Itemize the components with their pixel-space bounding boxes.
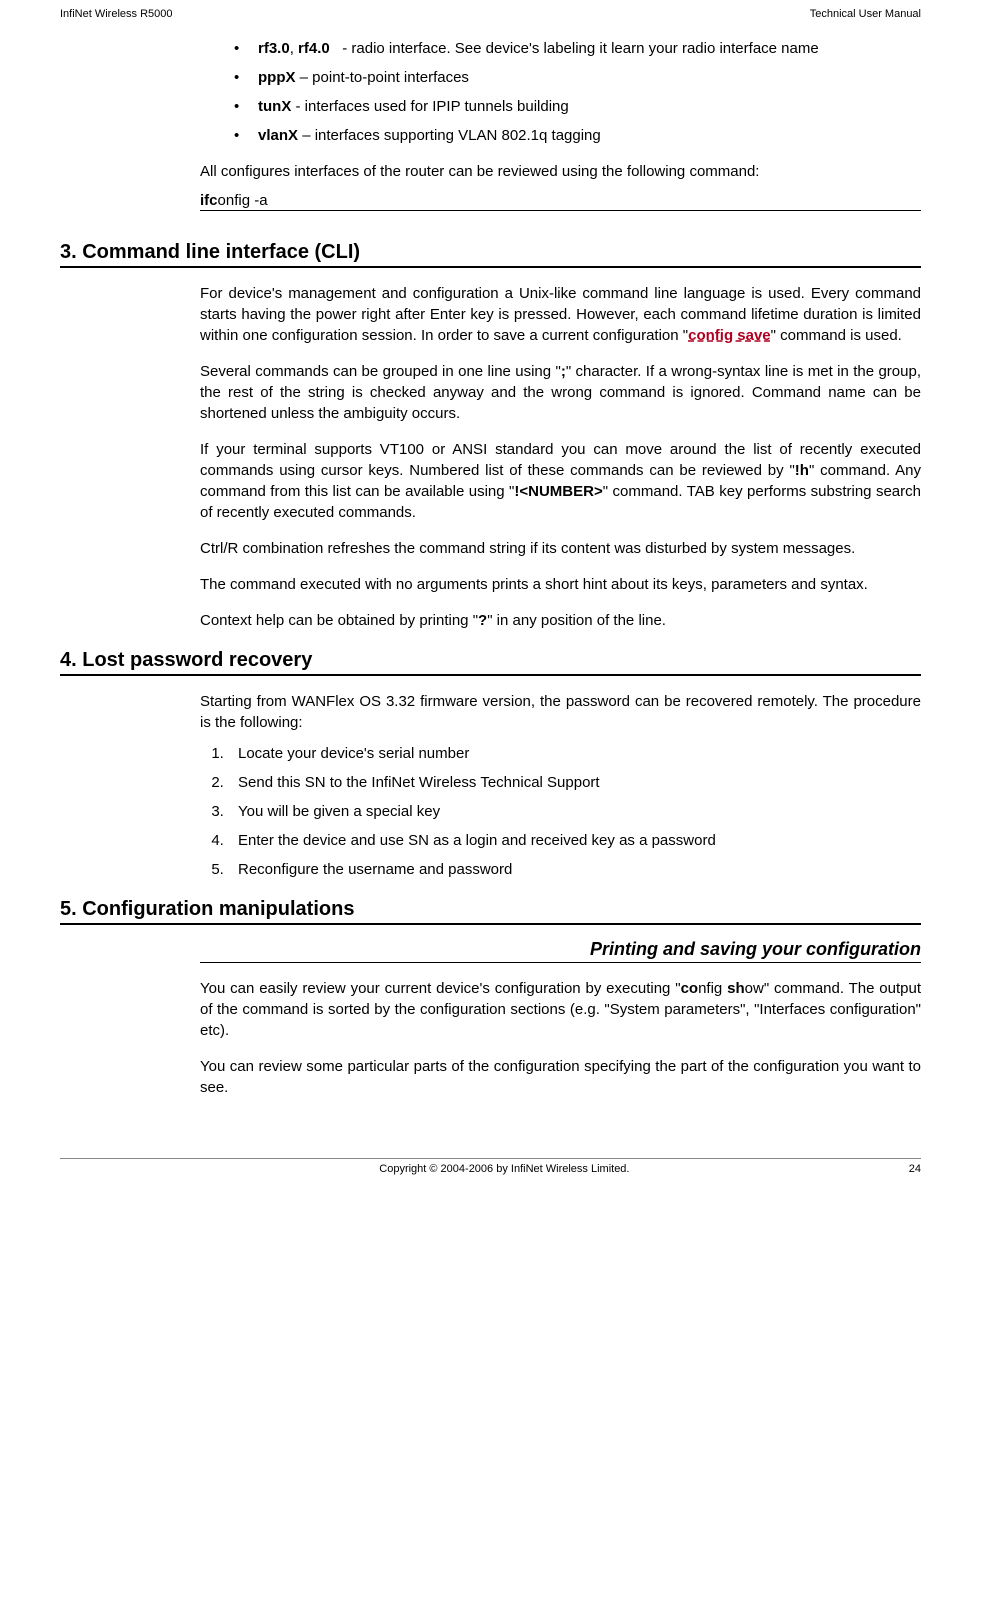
text-part: Several commands can be grouped in one l… bbox=[200, 363, 561, 380]
copyright-text: Copyright © 2004-2006 by InfiNet Wireles… bbox=[100, 1163, 909, 1175]
text-part: nfig bbox=[698, 980, 727, 997]
list-item: Enter the device and use SN as a login a… bbox=[228, 830, 921, 851]
bold-char: ? bbox=[478, 612, 487, 629]
text-part: " command is used. bbox=[771, 327, 902, 344]
header-left: InfiNet Wireless R5000 bbox=[60, 8, 173, 20]
paragraph: Context help can be obtained by printing… bbox=[200, 610, 921, 631]
bullet-text: - interfaces used for IPIP tunnels build… bbox=[296, 98, 569, 115]
paragraph: Ctrl/R combination refreshes the command… bbox=[200, 538, 921, 559]
command-example: ifconfig -a bbox=[200, 192, 921, 211]
paragraph: For device's management and configuratio… bbox=[200, 283, 921, 346]
bullet-keyword: rf4.0 bbox=[298, 40, 330, 57]
cmd-rest: onfig -a bbox=[218, 192, 268, 209]
header-right: Technical User Manual bbox=[810, 8, 921, 20]
bullet-item: rf3.0, rf4.0 - radio interface. See devi… bbox=[230, 38, 921, 59]
text-part: You can easily review your current devic… bbox=[200, 980, 681, 997]
section-3-heading: 3. Command line interface (CLI) bbox=[60, 241, 921, 268]
bold-cmd: !h bbox=[795, 462, 809, 479]
intro-paragraph: All configures interfaces of the router … bbox=[200, 161, 921, 182]
recovery-steps-list: Locate your device's serial number Send … bbox=[200, 743, 921, 880]
bullet-item: tunX - interfaces used for IPIP tunnels … bbox=[230, 96, 921, 117]
page-number: 24 bbox=[909, 1163, 921, 1175]
bullet-item: pppX – point-to-point interfaces bbox=[230, 67, 921, 88]
page-footer: Copyright © 2004-2006 by InfiNet Wireles… bbox=[60, 1158, 921, 1175]
subsection-heading: Printing and saving your configuration bbox=[200, 939, 921, 963]
bullet-keyword: tunX bbox=[258, 98, 291, 115]
section-4-heading: 4. Lost password recovery bbox=[60, 649, 921, 676]
bullet-keyword: rf3.0 bbox=[258, 40, 290, 57]
bold-part: sh bbox=[727, 980, 745, 997]
paragraph: The command executed with no arguments p… bbox=[200, 574, 921, 595]
bullet-item: vlanX – interfaces supporting VLAN 802.1… bbox=[230, 125, 921, 146]
list-item: Reconfigure the username and password bbox=[228, 859, 921, 880]
bold-cmd: !<NUMBER> bbox=[514, 483, 602, 500]
bullet-text: - radio interface. See device's labeling… bbox=[342, 40, 818, 57]
paragraph: Starting from WANFlex OS 3.32 firmware v… bbox=[200, 691, 921, 733]
paragraph: Several commands can be grouped in one l… bbox=[200, 361, 921, 424]
text-part: " in any position of the line. bbox=[487, 612, 666, 629]
cmd-bold-part: ifc bbox=[200, 192, 218, 209]
bullet-keyword: pppX bbox=[258, 69, 296, 86]
paragraph: You can easily review your current devic… bbox=[200, 978, 921, 1041]
intro-bullet-list: rf3.0, rf4.0 - radio interface. See devi… bbox=[200, 38, 921, 146]
bold-part: co bbox=[681, 980, 699, 997]
list-item: Locate your device's serial number bbox=[228, 743, 921, 764]
text-part: Context help can be obtained by printing… bbox=[200, 612, 478, 629]
config-save-link[interactable]: config save bbox=[688, 327, 771, 344]
paragraph: If your terminal supports VT100 or ANSI … bbox=[200, 439, 921, 523]
section-5-heading: 5. Configuration manipulations bbox=[60, 898, 921, 925]
bullet-keyword: vlanX bbox=[258, 127, 298, 144]
bullet-text: – interfaces supporting VLAN 802.1q tagg… bbox=[302, 127, 601, 144]
bullet-text: – point-to-point interfaces bbox=[300, 69, 469, 86]
list-item: Send this SN to the InfiNet Wireless Tec… bbox=[228, 772, 921, 793]
list-item: You will be given a special key bbox=[228, 801, 921, 822]
paragraph: You can review some particular parts of … bbox=[200, 1056, 921, 1098]
